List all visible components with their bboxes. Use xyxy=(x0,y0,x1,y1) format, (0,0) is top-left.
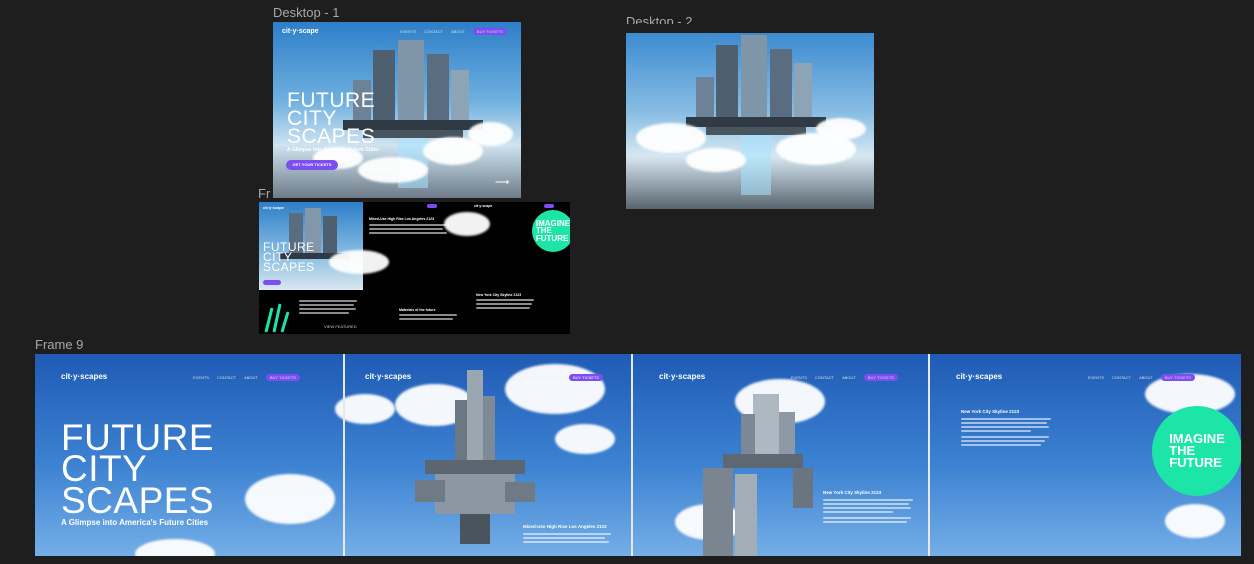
view-featured-link[interactable]: VIEW FEATURED xyxy=(324,324,357,329)
nav-link-contact[interactable]: CONTACT xyxy=(217,375,236,380)
section-la-title: Mixed-Use High Rise Los Angeles 2123 xyxy=(523,524,607,529)
nav-link-contact[interactable]: CONTACT xyxy=(424,29,443,34)
frame-label-desktop-1[interactable]: Desktop - 1 xyxy=(273,5,339,20)
section-la: Mixed-Use High Rise Los Angeles 2123 xyxy=(523,524,613,545)
logo-2[interactable]: cit·y·scape xyxy=(474,204,492,208)
hero-title: FUTURE CITY SCAPES xyxy=(287,89,376,148)
buy-tickets-button-2[interactable] xyxy=(544,204,554,208)
logo[interactable]: cit·y·scapes xyxy=(956,372,1002,381)
panel-la: cit·y·scapes BUY TICKETS Mixed-Use High … xyxy=(345,354,631,556)
section-nyc-2: New York City Skyline 2123 xyxy=(961,409,1053,448)
nyc-title: New York City Skyline 2123 xyxy=(476,293,522,297)
panel-hero: cit·y·scapes EVENTS CONTACT ABOUT BUY TI… xyxy=(35,354,343,556)
hero-title: FUTURE CITY SCAPES xyxy=(61,417,215,521)
text-block-left xyxy=(299,300,359,316)
get-tickets-button[interactable] xyxy=(263,280,281,285)
floating-building-image xyxy=(686,35,826,195)
panel-imagine: cit·y·scapes EVENTS CONTACT ABOUT BUY TI… xyxy=(930,354,1241,556)
hero-subtitle: A Glimpse into America's Future Cities xyxy=(61,518,209,527)
get-tickets-button[interactable]: GET YOUR TICKETS xyxy=(286,160,338,170)
nav-links: EVENTS CONTACT ABOUT BUY TICKETS xyxy=(400,28,507,35)
buy-tickets-button[interactable] xyxy=(427,204,437,208)
logo[interactable]: cit·y·scapes xyxy=(365,372,411,381)
section-nyc: New York City Skyline 2123 xyxy=(476,293,536,311)
nav-links: EVENTS CONTACT ABOUT BUY TICKETS xyxy=(193,374,300,381)
frame-9[interactable]: cit·y·scapes EVENTS CONTACT ABOUT BUY TI… xyxy=(35,354,1241,556)
mini-hero: cit·y·scape FUTURE CITY SCAPES xyxy=(259,202,363,290)
nav-link-events[interactable]: EVENTS xyxy=(400,29,416,34)
frame-label-frame-8[interactable]: Fr xyxy=(258,186,270,201)
section-nyc-title: New York City Skyline 2123 xyxy=(823,490,882,495)
desktop-1-frame[interactable]: cit·y·scape EVENTS CONTACT ABOUT BUY TIC… xyxy=(273,22,521,198)
navbar: cit·y·scape EVENTS CONTACT ABOUT BUY TIC… xyxy=(273,22,521,40)
buy-tickets-button[interactable]: BUY TICKETS xyxy=(265,374,300,381)
logo[interactable]: cit·y·scape xyxy=(282,28,319,35)
desktop-2-frame[interactable] xyxy=(626,33,874,209)
section-nyc-2-title: New York City Skyline 2123 xyxy=(961,409,1020,414)
logo[interactable]: cit·y·scapes xyxy=(659,372,705,381)
nav-link-about[interactable]: ABOUT xyxy=(842,375,856,380)
imagine-the-future-badge: IMAGINE THE FUTURE xyxy=(532,210,570,252)
nav-link-events[interactable]: EVENTS xyxy=(1088,375,1104,380)
buy-tickets-button[interactable]: BUY TICKETS xyxy=(1160,374,1195,381)
frame-label-frame-9[interactable]: Frame 9 xyxy=(35,337,83,352)
nav-link-about[interactable]: ABOUT xyxy=(1139,375,1153,380)
nav-links: EVENTS CONTACT ABOUT BUY TICKETS xyxy=(791,374,898,381)
materials-title: Materials of the future xyxy=(399,308,436,312)
buy-tickets-button[interactable]: BUY TICKETS xyxy=(569,374,604,381)
nav-link-contact[interactable]: CONTACT xyxy=(1112,375,1131,380)
hero-subtitle: A Glimpse into America's Future Cities xyxy=(287,147,379,153)
panel-nyc: cit·y·scapes EVENTS CONTACT ABOUT BUY TI… xyxy=(633,354,928,556)
nav-link-events[interactable]: EVENTS xyxy=(193,375,209,380)
floating-tower-cluster-image xyxy=(703,394,813,556)
imagine-the-future-badge: IMAGINE THE FUTURE xyxy=(1152,406,1241,496)
buy-tickets-button[interactable]: BUY TICKETS xyxy=(863,374,898,381)
nav-link-events[interactable]: EVENTS xyxy=(791,375,807,380)
nav-links: EVENTS CONTACT ABOUT BUY TICKETS xyxy=(1088,374,1195,381)
nav-link-contact[interactable]: CONTACT xyxy=(815,375,834,380)
frame-label-desktop-2[interactable]: Desktop - 2 xyxy=(626,14,692,24)
buy-tickets-button[interactable]: BUY TICKETS xyxy=(472,28,507,35)
section-materials: Materials of the future xyxy=(399,308,459,322)
nav-link-about[interactable]: ABOUT xyxy=(244,375,258,380)
logo[interactable]: cit·y·scapes xyxy=(61,372,107,381)
arrow-right-icon[interactable]: ⟶ xyxy=(495,177,509,188)
nav-link-about[interactable]: ABOUT xyxy=(451,29,465,34)
futuristic-tower-image xyxy=(415,370,535,544)
frame-8[interactable]: cit·y·scape FUTURE CITY SCAPES Mixed-Use… xyxy=(259,202,570,334)
hero-title: FUTURE CITY SCAPES xyxy=(263,240,315,275)
section-nyc: New York City Skyline 2123 xyxy=(823,490,915,525)
decorative-stripes xyxy=(264,303,290,333)
